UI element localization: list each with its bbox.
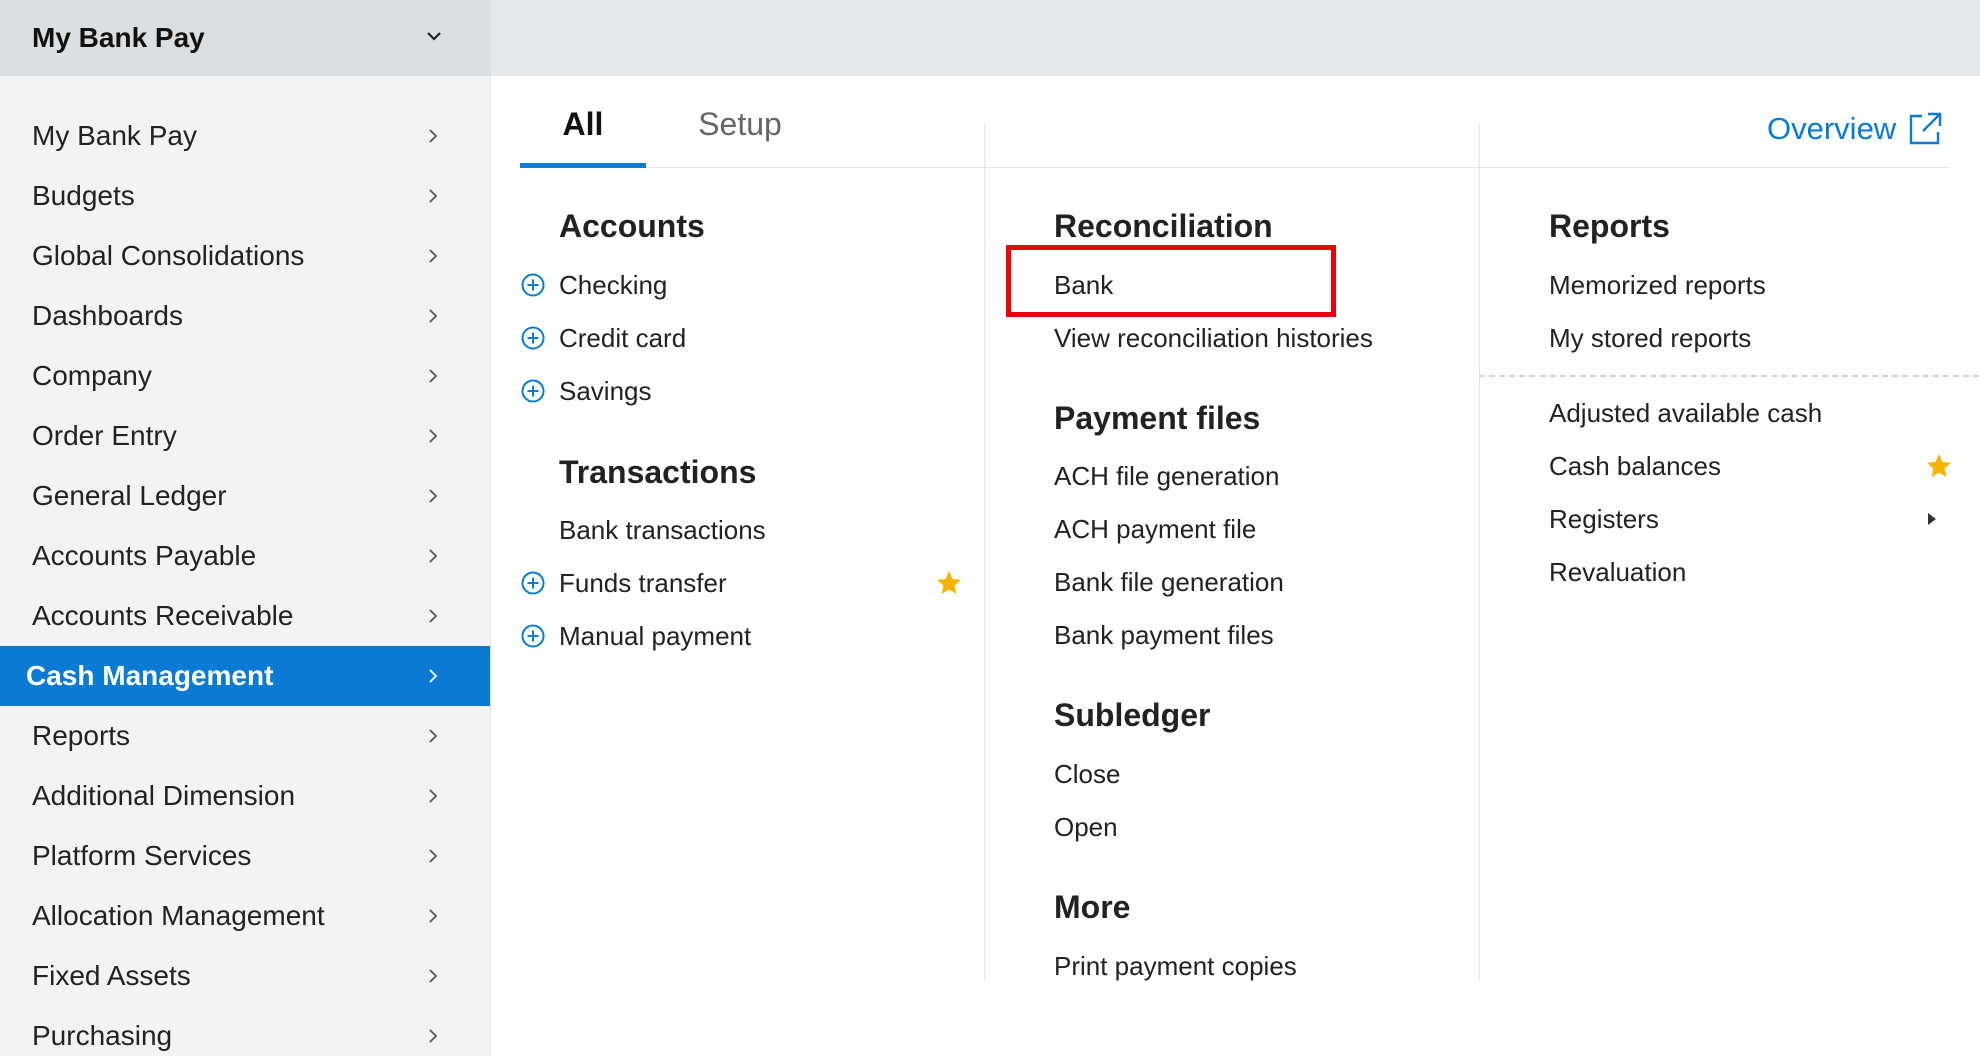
section-title-subledger: Subledger: [1054, 697, 1211, 733]
sidebar-item-label: Accounts Payable: [32, 540, 257, 571]
sidebar-item-purchasing[interactable]: Purchasing: [0, 1006, 490, 1056]
sidebar-item-additional-dimension[interactable]: Additional Dimension: [0, 766, 490, 826]
chevron-right-icon: [429, 489, 438, 503]
link-print-payment-copies[interactable]: Print payment copies: [1054, 951, 1297, 982]
add-circle-icon[interactable]: [521, 571, 545, 595]
sidebar-item-company[interactable]: Company: [0, 346, 490, 406]
sidebar-item-label: Dashboards: [32, 300, 183, 331]
add-circle-icon[interactable]: [521, 326, 545, 350]
link-my-stored-reports[interactable]: My stored reports: [1549, 323, 1751, 354]
link-bank-reconciliation[interactable]: Bank: [1054, 270, 1113, 301]
add-circle-icon[interactable]: [521, 624, 545, 648]
chevron-right-icon: [429, 729, 438, 743]
chevron-right-icon: [429, 789, 438, 803]
link-close[interactable]: Close: [1054, 759, 1120, 790]
link-credit-card[interactable]: Credit card: [559, 323, 686, 354]
column-reports: [1480, 124, 1980, 980]
link-adjusted-available-cash[interactable]: Adjusted available cash: [1549, 398, 1822, 429]
link-memorized-reports[interactable]: Memorized reports: [1549, 270, 1766, 301]
link-ach-file-generation[interactable]: ACH file generation: [1054, 461, 1279, 492]
add-circle-icon[interactable]: [521, 273, 545, 297]
sidebar-item-label: Accounts Receivable: [32, 600, 294, 631]
section-title-accounts: Accounts: [559, 208, 705, 244]
sidebar-item-my-bank-pay[interactable]: My Bank Pay: [0, 106, 490, 166]
sidebar-item-platform-services[interactable]: Platform Services: [0, 826, 490, 886]
link-open[interactable]: Open: [1054, 812, 1118, 843]
sidebar-item-accounts-payable[interactable]: Accounts Payable: [0, 526, 490, 586]
sidebar-item-label: Platform Services: [32, 840, 252, 871]
chevron-right-icon: [429, 849, 438, 863]
add-circle-icon[interactable]: [521, 379, 545, 403]
link-bank-transactions[interactable]: Bank transactions: [559, 515, 766, 546]
link-bank-payment-files[interactable]: Bank payment files: [1054, 620, 1274, 651]
sidebar: My Bank Pay Budgets Global Consolidation…: [0, 76, 491, 1056]
section-title-reports: Reports: [1549, 208, 1670, 244]
sidebar-item-reports[interactable]: Reports: [0, 706, 490, 766]
sidebar-item-label: Cash Management: [26, 660, 274, 691]
link-savings[interactable]: Savings: [559, 376, 652, 407]
sidebar-item-global-consolidations[interactable]: Global Consolidations: [0, 226, 490, 286]
link-bank-file-generation[interactable]: Bank file generation: [1054, 567, 1284, 598]
sidebar-item-dashboards[interactable]: Dashboards: [0, 286, 490, 346]
section-title-more: More: [1054, 889, 1131, 925]
sidebar-item-label: Purchasing: [32, 1020, 173, 1051]
sidebar-item-general-ledger[interactable]: General Ledger: [0, 466, 490, 526]
app-switcher[interactable]: My Bank Pay: [0, 0, 491, 76]
link-manual-payment[interactable]: Manual payment: [559, 621, 751, 652]
section-title-transactions: Transactions: [559, 454, 757, 490]
chevron-right-icon: [429, 909, 438, 923]
app-title: My Bank Pay: [32, 22, 205, 53]
chevron-right-icon: [429, 1029, 438, 1043]
chevron-right-icon: [429, 429, 438, 443]
sidebar-item-fixed-assets[interactable]: Fixed Assets: [0, 946, 490, 1006]
chevron-right-icon: [429, 249, 438, 263]
chevron-right-icon: [429, 129, 438, 143]
sidebar-item-budgets[interactable]: Budgets: [0, 166, 490, 226]
divider: [1479, 375, 1979, 377]
chevron-right-icon: [429, 549, 438, 563]
chevron-right-icon: [429, 369, 438, 383]
chevron-right-icon: [429, 189, 438, 203]
sidebar-item-label: My Bank Pay: [32, 120, 197, 151]
sidebar-item-label: Additional Dimension: [32, 780, 296, 811]
sidebar-item-allocation-management[interactable]: Allocation Management: [0, 886, 490, 946]
sidebar-item-label: Fixed Assets: [32, 960, 191, 991]
link-ach-payment-file[interactable]: ACH payment file: [1054, 514, 1256, 545]
column-accounts: [520, 124, 985, 980]
sidebar-item-label: General Ledger: [32, 480, 227, 511]
link-revaluation[interactable]: Revaluation: [1549, 557, 1686, 588]
star-icon[interactable]: [1925, 452, 1953, 480]
sidebar-item-label: Budgets: [32, 180, 135, 211]
section-title-payment-files: Payment files: [1054, 400, 1261, 436]
chevron-down-icon: [427, 32, 441, 41]
chevron-right-icon: [429, 309, 438, 323]
sidebar-item-label: Reports: [32, 720, 131, 751]
chevron-right-icon: [429, 969, 438, 983]
sidebar-item-order-entry[interactable]: Order Entry: [0, 406, 490, 466]
star-icon[interactable]: [935, 569, 963, 597]
sidebar-item-label: Order Entry: [32, 420, 177, 451]
link-checking[interactable]: Checking: [559, 270, 667, 301]
sidebar-item-accounts-receivable[interactable]: Accounts Receivable: [0, 586, 490, 646]
sidebar-item-label: Allocation Management: [32, 900, 325, 931]
sidebar-item-label: Global Consolidations: [32, 240, 305, 271]
chevron-right-icon: [429, 609, 438, 623]
link-cash-balances[interactable]: Cash balances: [1549, 451, 1721, 482]
sidebar-item-cash-management[interactable]: Cash Management: [0, 646, 490, 706]
caret-right-icon[interactable]: [1926, 511, 1938, 527]
top-bar: My Bank Pay: [0, 0, 1980, 76]
chevron-right-icon: [429, 669, 438, 683]
link-registers[interactable]: Registers: [1549, 504, 1659, 535]
sidebar-item-label: Company: [32, 360, 152, 391]
section-title-reconciliation: Reconciliation: [1054, 208, 1273, 244]
link-funds-transfer[interactable]: Funds transfer: [559, 568, 727, 599]
link-view-reconciliation-histories[interactable]: View reconciliation histories: [1054, 323, 1373, 354]
